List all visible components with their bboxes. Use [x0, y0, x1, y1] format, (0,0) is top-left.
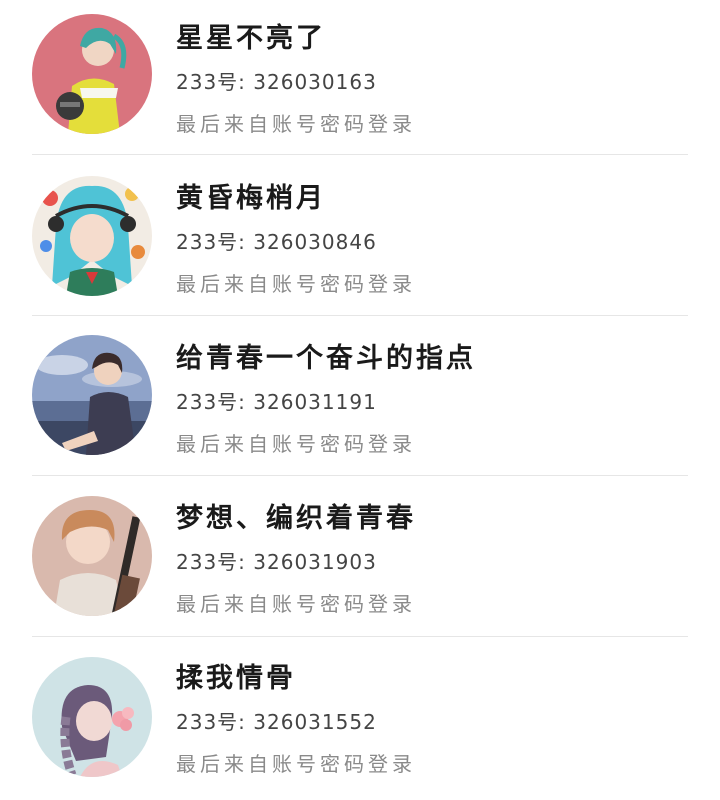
account-id-value: 326031552 — [253, 710, 377, 734]
account-row-1[interactable]: 黄昏梅梢月 233号: 326030846 最后来自账号密码登录 — [0, 160, 720, 320]
account-id: 233号: 326030163 — [176, 66, 377, 95]
login-method-text: 最后来自账号密码登录 — [176, 592, 416, 616]
account-nickname: 黄昏梅梢月 — [176, 183, 326, 214]
account-id: 233号: 326031903 — [176, 546, 377, 575]
account-id: 233号: 326031191 — [176, 386, 377, 415]
login-method-text: 最后来自账号密码登录 — [176, 112, 416, 136]
account-id-label: 233号: — [176, 550, 246, 574]
account-row-0[interactable]: 星星不亮了 233号: 326030163 最后来自账号密码登录 — [0, 0, 720, 160]
account-id: 233号: 326031552 — [176, 706, 377, 735]
account-id-value: 326030846 — [253, 230, 377, 254]
row-divider — [32, 154, 688, 155]
boy-seaside-avatar-icon — [32, 335, 152, 455]
boy-guitar-avatar-icon — [32, 496, 152, 616]
account-row-3[interactable]: 梦想、编织着青春 233号: 326031903 最后来自账号密码登录 — [0, 480, 720, 640]
account-nickname: 星星不亮了 — [176, 23, 326, 54]
login-method-text: 最后来自账号密码登录 — [176, 432, 416, 456]
account-id-value: 326030163 — [253, 70, 377, 94]
account-nickname: 梦想、编织着青春 — [176, 503, 416, 534]
account-id-label: 233号: — [176, 390, 246, 414]
account-row-2[interactable]: 给青春一个奋斗的指点 233号: 326031191 最后来自账号密码登录 — [0, 320, 720, 480]
account-id-label: 233号: — [176, 710, 246, 734]
girl-teal-hair-avatar-icon — [32, 176, 152, 296]
login-method-text: 最后来自账号密码登录 — [176, 272, 416, 296]
account-id-label: 233号: — [176, 70, 246, 94]
row-divider — [32, 315, 688, 316]
account-nickname: 给青春一个奋斗的指点 — [176, 343, 476, 374]
account-row-4[interactable]: 揉我情骨 233号: 326031552 最后来自账号密码登录 — [0, 640, 720, 800]
girl-yellow-jacket-avatar-icon — [32, 14, 152, 134]
account-id: 233号: 326030846 — [176, 226, 377, 255]
login-method-text: 最后来自账号密码登录 — [176, 752, 416, 776]
row-divider — [32, 636, 688, 637]
account-id-value: 326031903 — [253, 550, 377, 574]
account-id-label: 233号: — [176, 230, 246, 254]
row-divider — [32, 475, 688, 476]
account-nickname: 揉我情骨 — [176, 663, 296, 694]
account-id-value: 326031191 — [253, 390, 377, 414]
girl-braid-flower-avatar-icon — [32, 657, 152, 777]
